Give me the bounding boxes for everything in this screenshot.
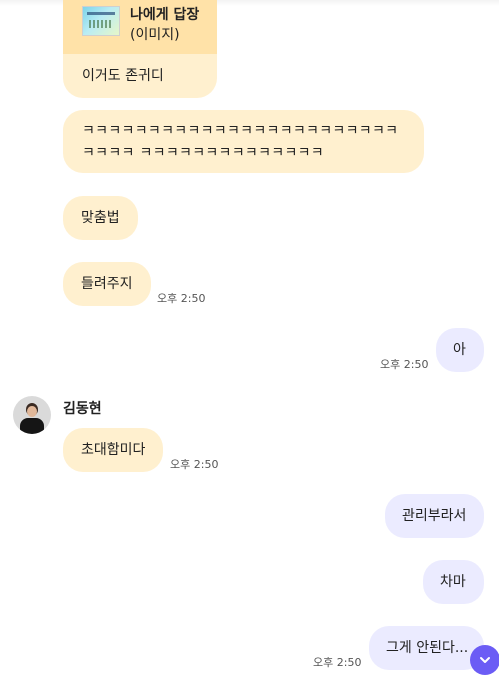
sender-name[interactable]: 김동현 [63, 398, 102, 418]
message-bubble-outgoing[interactable]: 차마 [423, 560, 484, 604]
avatar[interactable] [13, 396, 51, 434]
message-text: 맞춤법 [81, 210, 120, 226]
message-text: 관리부라서 [402, 508, 467, 524]
message-bubble[interactable]: 초대함미다 [63, 428, 163, 472]
message-text: 아 [453, 342, 466, 358]
message-text: 차마 [440, 574, 466, 590]
message-bubble-outgoing[interactable]: 관리부라서 [385, 494, 484, 538]
message-bubble[interactable]: ㅋㅋㅋㅋㅋㅋㅋㅋㅋㅋㅋㅋㅋㅋㅋㅋㅋㅋㅋㅋㅋㅋㅋㅋㅋㅋㅋㅋ ㅋㅋㅋㅋㅋㅋㅋㅋㅋㅋㅋ… [63, 110, 424, 173]
message-time: 오후 2:50 [380, 358, 429, 371]
message-time: 오후 2:50 [170, 458, 219, 471]
reply-message-text: 이거도 존귀디 [82, 68, 164, 84]
message-bubble[interactable]: 맞춤법 [63, 196, 138, 240]
message-text: 그게 안된다... [386, 640, 469, 656]
reply-title: 나에게 답장 [130, 7, 200, 23]
scroll-to-bottom-button[interactable] [470, 645, 499, 675]
message-text: 들려주지 [81, 276, 133, 292]
message-time: 오후 2:50 [157, 292, 206, 305]
message-text: ㅋㅋㅋㅋㅋㅋㅋㅋㅋㅋㅋㅋㅋㅋㅋㅋㅋㅋㅋㅋㅋㅋㅋㅋㅋㅋㅋㅋ ㅋㅋㅋㅋㅋㅋㅋㅋㅋㅋㅋ… [82, 123, 399, 161]
chevron-down-icon [480, 657, 490, 663]
message-time: 오후 2:50 [313, 656, 362, 669]
avatar-face [27, 406, 37, 417]
avatar-body [20, 418, 44, 434]
reply-subtitle: (이미지) [130, 27, 180, 43]
message-bubble[interactable]: 들려주지 [63, 262, 151, 306]
reply-message: 이거도 존귀디 [63, 54, 217, 98]
message-text: 초대함미다 [81, 442, 146, 458]
reply-image-thumbnail [82, 6, 120, 36]
reply-quote[interactable]: 나에게 답장 (이미지) [63, 0, 217, 54]
message-bubble-outgoing[interactable]: 아 [436, 328, 484, 372]
message-bubble-outgoing[interactable]: 그게 안된다... [369, 626, 484, 670]
